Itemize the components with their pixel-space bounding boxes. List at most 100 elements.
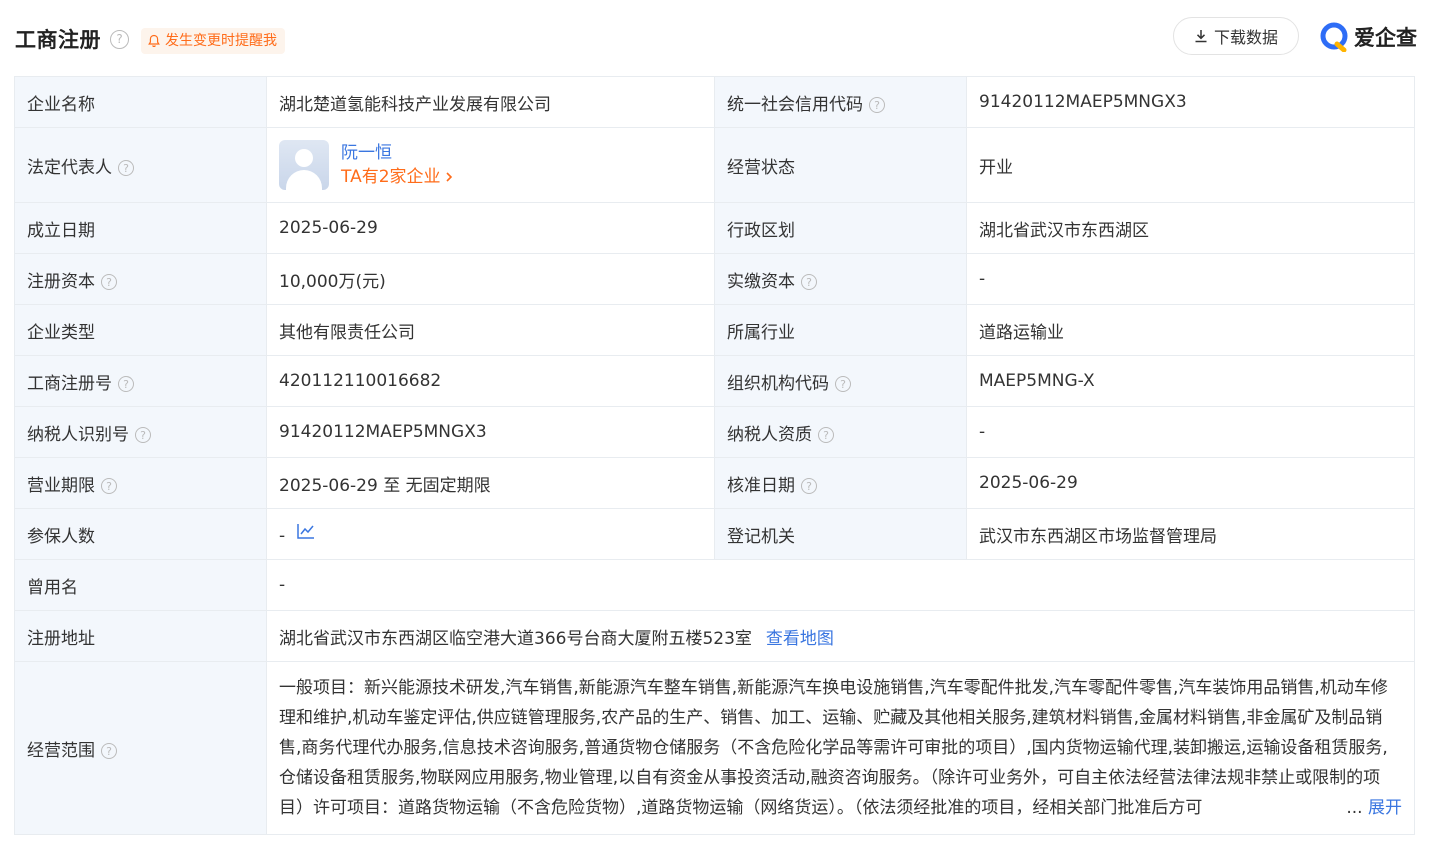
- help-icon[interactable]: ?: [118, 375, 134, 392]
- table-row: 企业类型 其他有限责任公司 所属行业 道路运输业: [14, 304, 1415, 356]
- trend-chart-icon[interactable]: [297, 523, 315, 539]
- paid-capital-label: 实缴资本: [727, 271, 795, 292]
- table-row: 法定代表人? 阮一恒 TA有2家企业 经营状态 开业: [14, 127, 1415, 203]
- help-icon[interactable]: ?: [835, 375, 851, 392]
- region-label: 行政区划: [714, 202, 967, 254]
- status-label: 经营状态: [714, 127, 967, 203]
- logo-text: 爱企查: [1354, 26, 1417, 50]
- help-icon[interactable]: ?: [118, 159, 134, 176]
- authority-value: 武汉市东西湖区市场监督管理局: [966, 508, 1415, 560]
- help-icon[interactable]: ?: [801, 477, 817, 494]
- table-row: 成立日期 2025-06-29 行政区划 湖北省武汉市东西湖区: [14, 202, 1415, 254]
- status-value: 开业: [966, 127, 1415, 203]
- scope-expand-label: 展开: [1368, 798, 1402, 818]
- former-name-value: -: [266, 559, 1415, 611]
- founded-label: 成立日期: [14, 202, 267, 254]
- taxpayer-id-label-cell: 纳税人识别号?: [14, 406, 267, 458]
- founded-value: 2025-06-29: [266, 202, 715, 254]
- business-registration-table: 企业名称 湖北楚道氢能科技产业发展有限公司 统一社会信用代码? 91420112…: [14, 76, 1415, 835]
- former-name-label: 曾用名: [14, 559, 267, 611]
- avatar[interactable]: [279, 140, 329, 190]
- download-data-label: 下载数据: [1213, 28, 1278, 47]
- industry-value: 道路运输业: [966, 304, 1415, 356]
- scope-label-cell: 经营范围?: [14, 661, 267, 835]
- help-icon[interactable]: ?: [101, 273, 117, 290]
- address-label: 注册地址: [14, 610, 267, 662]
- taxpayer-id-value: 91420112MAEP5MNGX3: [266, 406, 715, 458]
- insured-value: -: [279, 525, 286, 546]
- scope-label: 经营范围: [27, 740, 95, 761]
- section-title: 工商注册: [15, 28, 101, 52]
- reg-capital-label-cell: 注册资本?: [14, 253, 267, 305]
- legal-rep-companies-label: TA有2家企业: [341, 167, 441, 187]
- download-icon: [1195, 30, 1207, 43]
- view-map-link[interactable]: 查看地图: [766, 629, 834, 649]
- paid-capital-value: -: [966, 253, 1415, 305]
- legal-rep-label-cell: 法定代表人?: [14, 127, 267, 203]
- org-code-value: MAEP5MNG-X: [966, 355, 1415, 407]
- legal-rep-name-link[interactable]: 阮一恒: [341, 141, 454, 165]
- taxpayer-qual-label: 纳税人资质: [727, 424, 812, 445]
- business-scope-text: 一般项目：新兴能源技术研发,汽车销售,新能源汽车整车销售,新能源汽车换电设施销售…: [279, 673, 1402, 823]
- org-code-label-cell: 组织机构代码?: [714, 355, 967, 407]
- org-code-label: 组织机构代码: [727, 373, 829, 394]
- scope-value-cell: 一般项目：新兴能源技术研发,汽车销售,新能源汽车整车销售,新能源汽车换电设施销售…: [266, 661, 1415, 835]
- help-icon[interactable]: ?: [869, 96, 885, 113]
- legal-rep-value: 阮一恒 TA有2家企业: [266, 127, 715, 203]
- help-icon[interactable]: ?: [801, 273, 817, 290]
- legal-rep-companies-link[interactable]: TA有2家企业: [341, 165, 454, 189]
- company-name-label: 企业名称: [14, 76, 267, 128]
- scope-ellipsis: ...: [1346, 798, 1363, 818]
- chevron-right-icon: [445, 172, 452, 182]
- bell-icon: [148, 34, 160, 48]
- change-remind-label: 发生变更时提醒我: [165, 33, 277, 49]
- download-data-button[interactable]: 下载数据: [1173, 17, 1299, 55]
- table-row: 经营范围? 一般项目：新兴能源技术研发,汽车销售,新能源汽车整车销售,新能源汽车…: [14, 661, 1415, 835]
- approve-date-value: 2025-06-29: [966, 457, 1415, 509]
- table-row: 注册资本? 10,000万(元) 实缴资本? -: [14, 253, 1415, 305]
- help-icon[interactable]: ?: [135, 426, 151, 443]
- table-row: 企业名称 湖北楚道氢能科技产业发展有限公司 统一社会信用代码? 91420112…: [14, 76, 1415, 128]
- approve-date-label-cell: 核准日期?: [714, 457, 967, 509]
- aiqicha-logo[interactable]: 爱企查: [1320, 22, 1417, 52]
- address-value: 湖北省武汉市东西湖区临空港大道366号台商大厦附五楼523室: [279, 628, 752, 649]
- table-row: 营业期限? 2025-06-29 至 无固定期限 核准日期? 2025-06-2…: [14, 457, 1415, 509]
- credit-code-value: 91420112MAEP5MNGX3: [966, 76, 1415, 128]
- credit-code-label-cell: 统一社会信用代码?: [714, 76, 967, 128]
- help-icon[interactable]: ?: [818, 426, 834, 443]
- insured-label: 参保人数: [14, 508, 267, 560]
- address-value-cell: 湖北省武汉市东西湖区临空港大道366号台商大厦附五楼523室 查看地图: [266, 610, 1415, 662]
- reg-no-label: 工商注册号: [27, 373, 112, 394]
- reg-capital-value: 10,000万(元): [266, 253, 715, 305]
- company-type-label: 企业类型: [14, 304, 267, 356]
- credit-code-label: 统一社会信用代码: [727, 94, 863, 115]
- aiqicha-logo-icon: [1320, 22, 1348, 52]
- taxpayer-qual-value: -: [966, 406, 1415, 458]
- term-value: 2025-06-29 至 无固定期限: [266, 457, 715, 509]
- business-scope-value: 一般项目：新兴能源技术研发,汽车销售,新能源汽车整车销售,新能源汽车换电设施销售…: [279, 678, 1388, 818]
- term-label-cell: 营业期限?: [14, 457, 267, 509]
- approve-date-label: 核准日期: [727, 475, 795, 496]
- title-help-icon[interactable]: ?: [110, 30, 129, 49]
- paid-capital-label-cell: 实缴资本?: [714, 253, 967, 305]
- reg-capital-label: 注册资本: [27, 271, 95, 292]
- region-value: 湖北省武汉市东西湖区: [966, 202, 1415, 254]
- authority-label: 登记机关: [714, 508, 967, 560]
- term-label: 营业期限: [27, 475, 95, 496]
- change-remind-button[interactable]: 发生变更时提醒我: [141, 28, 285, 54]
- company-name-value: 湖北楚道氢能科技产业发展有限公司: [266, 76, 715, 128]
- table-row: 工商注册号? 420112110016682 组织机构代码? MAEP5MNG-…: [14, 355, 1415, 407]
- help-icon[interactable]: ?: [101, 477, 117, 494]
- reg-no-value: 420112110016682: [266, 355, 715, 407]
- table-row: 纳税人识别号? 91420112MAEP5MNGX3 纳税人资质? -: [14, 406, 1415, 458]
- company-type-value: 其他有限责任公司: [266, 304, 715, 356]
- insured-value-cell: -: [266, 508, 715, 560]
- reg-no-label-cell: 工商注册号?: [14, 355, 267, 407]
- table-row: 参保人数 - 登记机关 武汉市东西湖区市场监督管理局: [14, 508, 1415, 560]
- industry-label: 所属行业: [714, 304, 967, 356]
- help-icon[interactable]: ?: [101, 742, 117, 759]
- taxpayer-qual-label-cell: 纳税人资质?: [714, 406, 967, 458]
- scope-expand-toggle[interactable]: ... 展开: [1340, 793, 1402, 823]
- table-row: 注册地址 湖北省武汉市东西湖区临空港大道366号台商大厦附五楼523室 查看地图: [14, 610, 1415, 662]
- section-header: 工商注册 ? 发生变更时提醒我 下载数据 爱企查: [0, 0, 1434, 76]
